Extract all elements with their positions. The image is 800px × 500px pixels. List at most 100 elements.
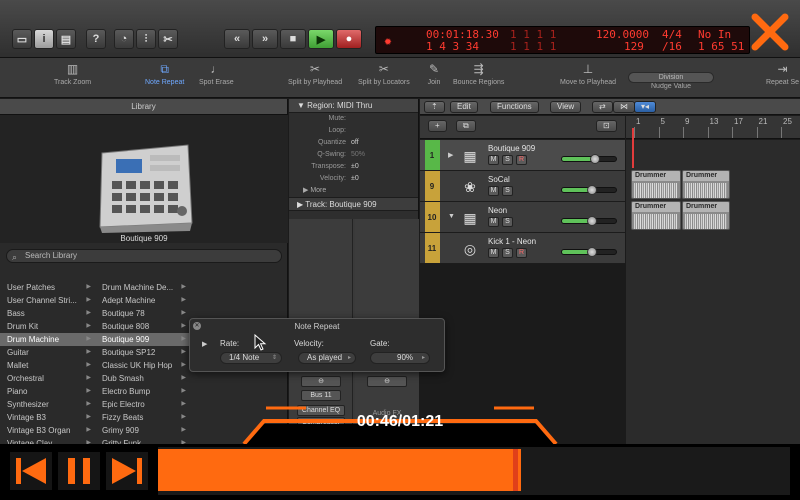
forward-icon[interactable]: » bbox=[252, 29, 278, 49]
library-item[interactable]: Dub Smash ▶ bbox=[95, 372, 190, 385]
library-item[interactable]: Boutique 808 ▶ bbox=[95, 320, 190, 333]
move-to-playhead-tool[interactable]: ⊥ Move to Playhead bbox=[560, 62, 616, 86]
drummer-region[interactable]: Drummer bbox=[631, 201, 681, 230]
repeat-section-tool[interactable]: ⇥ Repeat Se bbox=[766, 62, 799, 86]
volume-knob[interactable] bbox=[586, 247, 597, 257]
playhead[interactable] bbox=[632, 128, 634, 168]
library-item[interactable]: Synthesizer ▶ bbox=[0, 398, 95, 411]
view-menu[interactable]: View bbox=[550, 101, 582, 113]
library-item[interactable]: Boutique 909 ▶ bbox=[95, 333, 190, 346]
drummer-region[interactable]: Drummer bbox=[682, 170, 730, 199]
solo-button[interactable]: S bbox=[502, 217, 513, 227]
edit-menu[interactable]: Edit bbox=[450, 101, 478, 113]
nudge-division-select[interactable]: Division bbox=[628, 72, 714, 83]
drummer-region[interactable]: Drummer bbox=[631, 170, 681, 199]
library-item[interactable]: Bass ▶ bbox=[0, 307, 95, 320]
library-item[interactable]: Guitar ▶ bbox=[0, 346, 95, 359]
region-param[interactable]: Velocity: ±0 bbox=[289, 173, 418, 185]
spot-erase-tool[interactable]: ♩ Spot Erase bbox=[199, 62, 234, 86]
functions-menu[interactable]: Functions bbox=[490, 101, 539, 113]
record-enable-button[interactable]: R bbox=[516, 155, 527, 165]
skip-back-button[interactable] bbox=[10, 452, 52, 490]
lcd-display[interactable]: ✹ 00:01:18.30 1 4 3 34 1 1 1 1 1 1 1 1 1… bbox=[375, 26, 750, 54]
join-tool[interactable]: ✎ Join bbox=[425, 62, 443, 86]
region-param[interactable]: Transpose: ±0 bbox=[289, 161, 418, 173]
video-progress-handle[interactable] bbox=[513, 449, 518, 491]
track-inspector-header[interactable]: ▶ Track: Boutique 909 bbox=[289, 197, 418, 211]
track-header[interactable]: 9 ❀ SoCal M S bbox=[420, 171, 625, 202]
bus-send-button[interactable]: Bus 11 bbox=[301, 390, 341, 401]
volume-slider[interactable] bbox=[561, 154, 617, 164]
library-item[interactable]: User Patches ▶ bbox=[0, 281, 95, 294]
inspector-icon[interactable]: i bbox=[34, 29, 54, 49]
library-item[interactable]: Piano ▶ bbox=[0, 385, 95, 398]
track-header[interactable]: 1 ▶ ▦ Boutique 909 M S R bbox=[420, 140, 625, 171]
library-search-input[interactable]: ⌕ Search Library bbox=[6, 249, 282, 263]
snap-icon[interactable]: ▾◂ bbox=[634, 101, 657, 113]
record-enable-button[interactable]: R bbox=[516, 248, 527, 258]
library-item[interactable]: Fizzy Beats ▶ bbox=[95, 411, 190, 424]
volume-knob[interactable] bbox=[586, 185, 597, 195]
skip-forward-button[interactable] bbox=[106, 452, 148, 490]
flex-icon[interactable]: ⇄ bbox=[592, 101, 613, 113]
gate-stepper[interactable]: 90% ▸ bbox=[370, 352, 430, 364]
library-item[interactable]: Mallet ▶ bbox=[0, 359, 95, 372]
velocity-select[interactable]: As played ▸ bbox=[298, 352, 356, 364]
split-locators-tool[interactable]: ✂ Split by Locators bbox=[358, 62, 410, 86]
play-icon[interactable]: ▶ bbox=[308, 29, 334, 49]
region-inspector-header[interactable]: ▼ Region: MIDI Thru bbox=[289, 99, 418, 113]
disclosure-triangle-icon[interactable]: ▶ bbox=[202, 340, 207, 348]
record-icon[interactable]: ● bbox=[336, 29, 362, 49]
track-header[interactable]: 11 ◎ Kick 1 - Neon M S R bbox=[420, 233, 625, 264]
nudge-value-tool[interactable]: Nudge Value bbox=[651, 83, 691, 90]
volume-slider[interactable] bbox=[561, 216, 617, 226]
close-icon[interactable] bbox=[746, 8, 794, 56]
library-item[interactable]: Boutique 78 ▶ bbox=[95, 307, 190, 320]
mute-button[interactable]: M bbox=[488, 155, 499, 165]
region-param[interactable]: Q-Swing: 50% bbox=[289, 149, 418, 161]
mute-button[interactable]: M bbox=[488, 186, 499, 196]
library-item[interactable]: Boutique SP12 ▶ bbox=[95, 346, 190, 359]
library-item[interactable]: Classic UK Hip Hop ▶ bbox=[95, 359, 190, 372]
mute-button[interactable]: M bbox=[488, 217, 499, 227]
library-item[interactable]: Drum Kit ▶ bbox=[0, 320, 95, 333]
library-item[interactable]: Electro Bump ▶ bbox=[95, 385, 190, 398]
toolbar-icon[interactable]: ▤ bbox=[56, 29, 76, 49]
bowtie-icon[interactable]: ⋈ bbox=[613, 101, 635, 113]
smart-controls-icon[interactable]: ◔ bbox=[114, 29, 134, 49]
library-item[interactable]: Orchestral ▶ bbox=[0, 372, 95, 385]
solo-button[interactable]: S bbox=[502, 186, 513, 196]
video-progress-bar[interactable] bbox=[158, 447, 790, 495]
library-item[interactable]: Epic Electro ▶ bbox=[95, 398, 190, 411]
solo-button[interactable]: S bbox=[502, 248, 513, 258]
disclosure-triangle-icon[interactable]: ▶ bbox=[448, 151, 453, 159]
volume-knob[interactable] bbox=[590, 154, 601, 164]
settings-gear-icon[interactable]: ✹ bbox=[384, 34, 392, 49]
library-item[interactable]: Grimy 909 ▶ bbox=[95, 424, 190, 437]
library-item[interactable]: Vintage B3 ▶ bbox=[0, 411, 95, 424]
timeline-ruler[interactable]: 1 5 9 13 17 21 25 bbox=[626, 116, 800, 139]
library-icon[interactable]: ▭ bbox=[12, 29, 32, 49]
lcd-division[interactable]: /16 bbox=[662, 40, 682, 53]
library-item[interactable]: Drum Machine ▶ bbox=[0, 333, 95, 346]
volume-slider[interactable] bbox=[561, 185, 617, 195]
library-item[interactable]: User Channel Stri... ▶ bbox=[0, 294, 95, 307]
region-param[interactable]: Mute: bbox=[289, 113, 418, 125]
pause-button[interactable] bbox=[58, 452, 100, 490]
region-param[interactable]: Loop: bbox=[289, 125, 418, 137]
link-icon[interactable]: ⊖ bbox=[367, 376, 407, 387]
rate-select[interactable]: 1/4 Note ⇕ bbox=[220, 352, 282, 364]
global-tracks-icon[interactable]: ⊡ bbox=[596, 120, 617, 132]
library-item[interactable]: Vintage B3 Organ ▶ bbox=[0, 424, 95, 437]
track-name[interactable]: SoCal bbox=[488, 175, 510, 184]
stop-icon[interactable]: ■ bbox=[280, 29, 306, 49]
library-item[interactable]: Drum Machine De... ▶ bbox=[95, 281, 190, 294]
catch-icon[interactable]: ⇡ bbox=[424, 101, 445, 113]
disclosure-triangle-icon[interactable]: ▼ bbox=[448, 213, 455, 220]
help-icon[interactable]: ? bbox=[86, 29, 106, 49]
mute-button[interactable]: M bbox=[488, 248, 499, 258]
region-param[interactable]: Quantize off bbox=[289, 137, 418, 149]
arrange-area[interactable]: Drummer Drummer Drummer Drummer bbox=[626, 140, 800, 460]
track-name[interactable]: Kick 1 - Neon bbox=[488, 237, 536, 246]
mixer-icon[interactable]: ⫶ bbox=[136, 29, 156, 49]
